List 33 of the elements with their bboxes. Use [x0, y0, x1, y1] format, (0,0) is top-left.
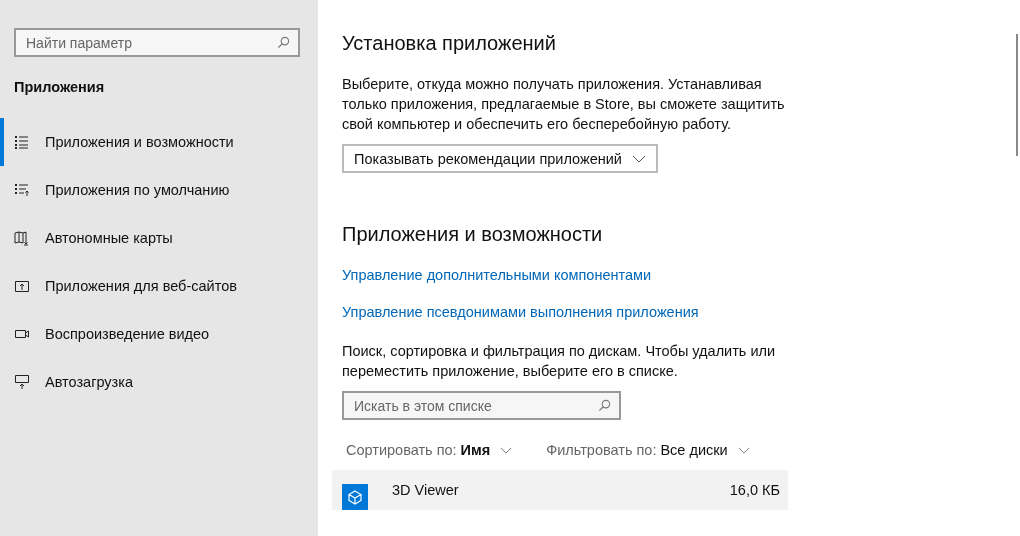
app-list-item[interactable]: 3D Viewer 16,0 КБ [332, 470, 788, 510]
chevron-down-icon [500, 446, 513, 454]
sidebar-item[interactable]: Автономные карты [0, 214, 318, 262]
sidebar-item[interactable]: Приложения по умолчанию [0, 166, 318, 214]
app-size: 16,0 КБ [729, 482, 780, 498]
search-icon [277, 36, 290, 49]
link[interactable]: Управление псевдонимами выполнения приложения [342, 304, 699, 320]
search-icon [598, 399, 611, 412]
search-field[interactable]: Искать в этом списке [342, 391, 621, 420]
search-field[interactable]: Найти параметр [14, 28, 300, 57]
monitor-icon [14, 374, 30, 390]
section-heading: Приложения и возможности [342, 222, 604, 247]
description-text: Выберите, откуда можно получать приложения. Устанавливая только приложения, предлагаемые в Store, вы сможете защитить свой компьютер и обеспечить его бесперебойную работу. [342, 75, 786, 134]
section-title: Приложения [14, 79, 106, 95]
chevron-down-icon [631, 154, 646, 163]
filter-dropdown[interactable]: Фильтровать по: Все диски [542, 442, 754, 458]
sidebar-item[interactable]: Автозагрузка [0, 358, 318, 406]
sidebar-item[interactable]: Воспроизведение видео [0, 310, 318, 358]
list-icon [14, 182, 30, 198]
list-icon [14, 134, 30, 150]
description-text: Поиск, сортировка и фильтрация по дискам. Чтобы удалить или переместить приложение, выберите его в списке. [342, 342, 777, 381]
link[interactable]: Управление дополнительными компонентами [342, 267, 652, 283]
window-upload-icon [14, 278, 30, 294]
section-heading: Установка приложений [342, 31, 557, 56]
sidebar-item[interactable]: Приложения для веб-сайтов [0, 262, 318, 310]
app-name: 3D Viewer [392, 482, 460, 498]
recommendations-dropdown[interactable]: Показывать рекомендации приложений [342, 144, 658, 173]
scrollbar[interactable] [1016, 34, 1018, 156]
chevron-down-icon [737, 446, 750, 454]
map-icon [14, 230, 30, 246]
cube-icon [342, 484, 368, 510]
sidebar-item[interactable]: Приложения и возможности [0, 118, 318, 166]
sort-dropdown[interactable]: Сортировать по: Имя [342, 442, 517, 458]
